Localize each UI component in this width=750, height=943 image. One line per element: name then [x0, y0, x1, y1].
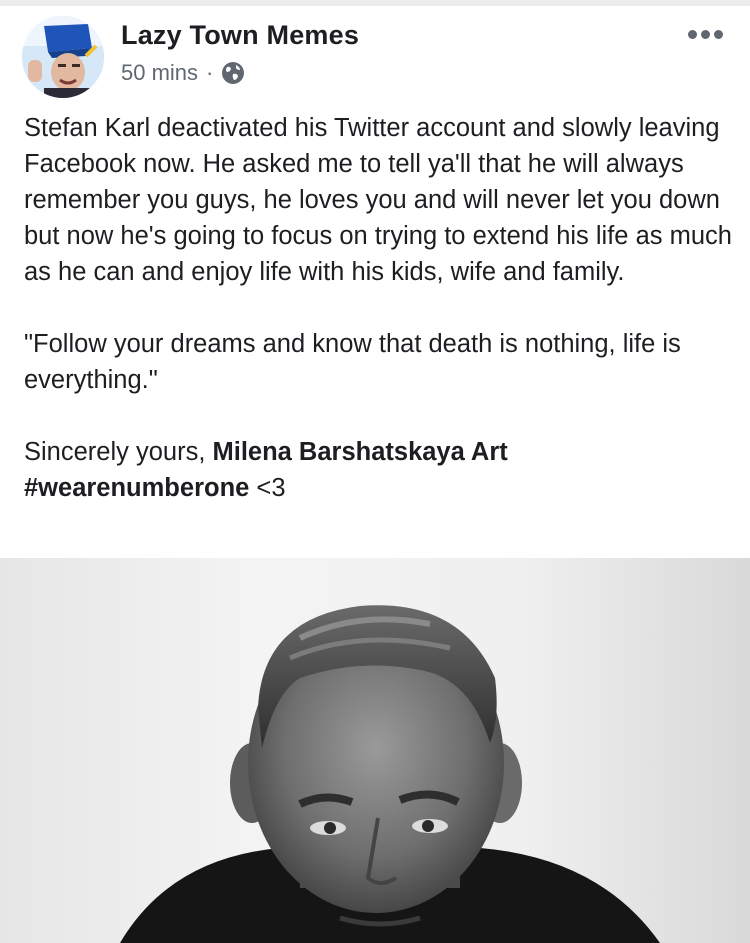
post-text: Stefan Karl deactivated his Twitter acco…	[24, 110, 736, 506]
avatar-image	[22, 16, 104, 98]
facebook-post: Lazy Town Memes 50 mins · Stefan Karl de…	[0, 0, 750, 943]
avatar[interactable]	[22, 16, 104, 98]
portrait-image	[120, 605, 660, 943]
post-meta: 50 mins ·	[121, 60, 245, 86]
signature-prefix: Sincerely yours,	[24, 438, 213, 466]
post-hashtag-line: #wearenumberone <3	[24, 470, 736, 506]
post-paragraph: Stefan Karl deactivated his Twitter acco…	[24, 114, 732, 286]
hashtag-link[interactable]: #wearenumberone	[24, 474, 249, 502]
heart-text: <3	[249, 474, 286, 502]
tagged-page-link[interactable]: Milena Barshatskaya Art	[213, 438, 508, 466]
globe-icon[interactable]	[221, 61, 245, 85]
more-options-icon[interactable]	[688, 30, 723, 39]
post-signature: Sincerely yours, Milena Barshatskaya Art	[24, 434, 736, 470]
post-time[interactable]: 50 mins	[121, 60, 198, 86]
author-name[interactable]: Lazy Town Memes	[121, 20, 359, 51]
meta-separator: ·	[206, 60, 214, 85]
top-divider	[0, 0, 750, 6]
post-photo[interactable]	[0, 558, 750, 943]
post-quote: "Follow your dreams and know that death …	[24, 330, 681, 394]
